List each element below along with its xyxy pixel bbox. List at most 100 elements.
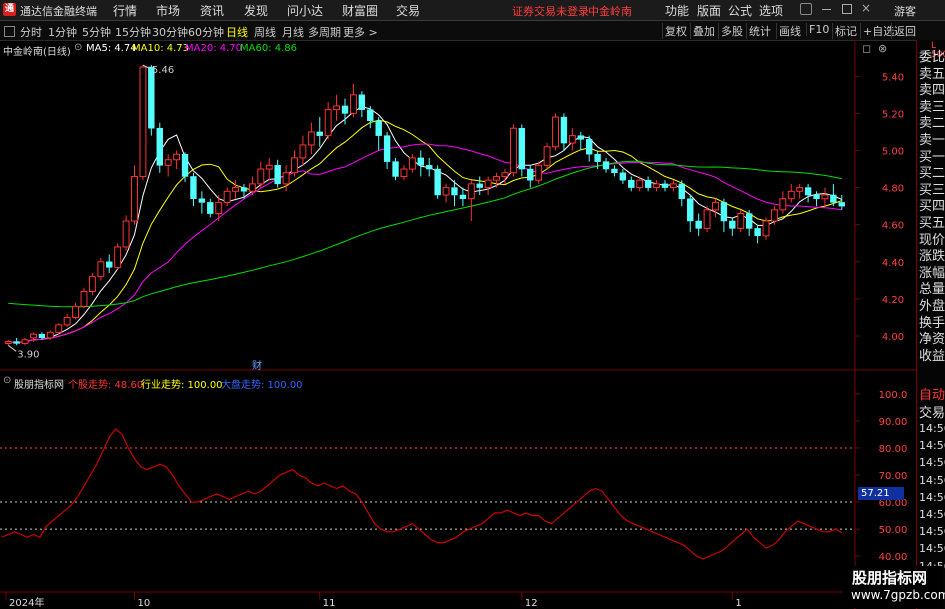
ma20-label: MA20: 4.70 [185,43,243,54]
period-toolbar: 分时 1分钟 5分钟 15分钟 30分钟 60分钟 日线 周线 月线 多周期 更… [0,21,945,41]
ma60-label: MA60: 4.86 [240,43,298,54]
auto-trade-label[interactable]: 自动 [919,384,945,403]
candle-body-up [552,116,559,148]
panel-settings-icon[interactable]: ⊙ [74,42,82,53]
indicator-y-tick-label: 70.00 [879,471,908,482]
candle-body-down [745,213,753,229]
close-icon[interactable]: × [861,1,871,15]
candle-body-up [215,201,223,215]
multi-stock-button[interactable]: 多股 [718,23,745,39]
app-title: 通达信金融终端 [20,5,97,18]
trade-login-notice[interactable]: 证券交易未登录 [512,3,589,19]
candle-body-down [451,187,458,196]
candle-body-down [602,161,610,170]
candle-body-up [88,276,96,292]
period-tab-30min[interactable]: 30分钟 [152,24,188,40]
candle-body-down [754,228,761,237]
candle-body-down [838,202,845,207]
y-tick-label: 4.80 [882,184,904,195]
indicator-industry-trend: 行业走势: 100.00 [141,380,223,391]
candle-body-up [333,105,341,111]
kline-chart[interactable]: 5.46 3.90 财 5.40 5.20 5.00 4.80 4.60 4.40 4.20 4.… [0,40,916,609]
candle-body-down [459,194,467,199]
period-tab-weekly[interactable]: 周线 [254,24,276,40]
menu-item-trade[interactable]: 交易 [396,2,420,19]
candle-body-down [38,333,46,339]
indicator-settings-icon[interactable]: ⊙ [3,375,11,386]
candle-body-up [509,127,517,174]
candle-body-up [131,175,138,222]
period-tab-60min[interactable]: 60分钟 [188,24,224,40]
candle-body-down [687,198,694,222]
app-logo-icon: 通 [3,3,16,16]
menu-item-wealth-circle[interactable]: 财富圈 [342,2,378,19]
menu-item-market-quotes[interactable]: 行情 [113,2,137,19]
period-tab-1min[interactable]: 1分钟 [48,24,77,40]
candle-body-down [518,127,526,170]
candle-body-up [72,305,80,318]
menu-item-options[interactable]: 选项 [759,2,783,19]
period-tab-more[interactable]: 更多 > [343,24,378,40]
candle-body-down [426,165,433,170]
user-guest[interactable]: 游客 [894,3,916,19]
candle-body-up [467,183,475,200]
back-button[interactable]: 返回 [891,23,918,39]
period-tab-monthly[interactable]: 月线 [282,24,304,40]
chart-grid [0,40,916,609]
maximize-icon[interactable] [842,4,852,14]
low-pointer [7,344,17,352]
mark-button[interactable]: 标记 [832,23,859,39]
message-icon[interactable] [800,3,812,15]
candle-body-up [139,66,147,177]
candle-body-down [417,157,424,166]
y-tick-label: 5.00 [882,146,904,157]
tick-time: 14:56 [919,525,945,539]
period-tab-multi[interactable]: 多周期 [308,24,341,40]
candle-body-down [375,120,382,136]
candle-body-up [173,153,181,161]
low-price-label: 3.90 [17,349,39,360]
panel-toggle-icon[interactable] [4,26,15,37]
x-tick-label: 2024年 [9,596,44,609]
candle-body-up [669,183,677,189]
indicator-title: 股朋指标网 [14,380,64,391]
candle-body-up [46,331,54,339]
x-tick-label: 11 [323,598,336,609]
adjust-button[interactable]: 复权 [662,23,689,39]
period-tab-5min[interactable]: 5分钟 [82,24,111,40]
trade-label[interactable]: 交易 [919,402,945,421]
f10-button[interactable]: F10 [806,23,831,36]
draw-line-button[interactable]: 画线 [776,23,803,39]
panel-close-icon[interactable]: ⊗ [878,42,887,55]
menu-item-functions[interactable]: 功能 [665,2,689,19]
candle-body-up [324,109,332,137]
menu-item-news[interactable]: 资讯 [200,2,224,19]
stock-trend-line [1,428,843,560]
menu-item-ask-xiaoda[interactable]: 问小达 [287,2,323,19]
menu-item-discover[interactable]: 发现 [244,2,268,19]
candle-body-up [223,190,231,203]
candle-body-down [181,153,189,177]
period-tab-15min[interactable]: 15分钟 [115,24,151,40]
high-price-label: 5.46 [152,65,174,76]
candle-body-down [240,187,248,192]
candle-body-down [611,168,618,173]
candle-body-up [408,157,416,170]
menu-item-layout[interactable]: 版面 [697,2,721,19]
candle-body-up [4,341,12,344]
period-tab-intraday[interactable]: 分时 [20,24,42,40]
y-tick-label: 5.20 [882,109,904,120]
tick-time: 14:56 [919,508,945,521]
minimize-icon[interactable] [822,9,831,10]
panel-maximize-icon[interactable]: ◻ [862,42,871,55]
overlay-button[interactable]: 叠加 [690,23,717,39]
candle-body-down [830,194,837,203]
tick-time: 14:56 [919,473,945,487]
menu-item-formula[interactable]: 公式 [728,2,752,19]
candle-body-down [316,131,323,136]
period-tab-daily[interactable]: 日线 [226,24,248,40]
candle-body-up [257,168,265,185]
candle-body-down [198,198,206,203]
menu-item-market[interactable]: 市场 [156,2,180,19]
statistics-button[interactable]: 统计 [746,23,773,39]
